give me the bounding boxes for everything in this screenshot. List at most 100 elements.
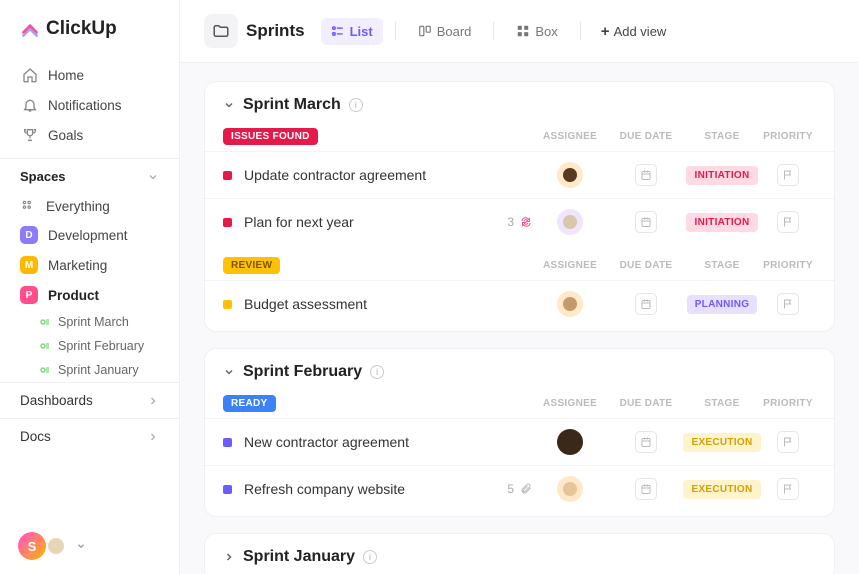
info-icon[interactable]: i bbox=[370, 365, 384, 379]
sprint-header[interactable]: Sprint January i bbox=[223, 548, 816, 566]
view-tab-list[interactable]: List bbox=[321, 18, 383, 45]
logo[interactable]: ClickUp bbox=[0, 18, 179, 60]
duedate-cell[interactable] bbox=[608, 211, 684, 233]
flag-icon bbox=[777, 211, 799, 233]
task-row[interactable]: Update contractor agreement INITIATION bbox=[205, 151, 834, 198]
chevron-right-icon bbox=[147, 395, 159, 407]
task-row[interactable]: New contractor agreement EXECUTION bbox=[205, 418, 834, 465]
task-status-square bbox=[223, 485, 232, 494]
stage-cell[interactable]: EXECUTION bbox=[684, 433, 760, 452]
nav-label: Goals bbox=[48, 128, 83, 143]
duedate-cell[interactable] bbox=[608, 164, 684, 186]
status-row: REVIEW ASSIGNEE DUE DATE STAGE PRIORITY bbox=[205, 245, 834, 280]
flag-icon bbox=[777, 478, 799, 500]
sidebar-sub-sprint-march[interactable]: Sprint March bbox=[0, 310, 179, 334]
list-icon bbox=[40, 317, 50, 327]
nav-goals[interactable]: Goals bbox=[10, 120, 169, 150]
info-icon[interactable]: i bbox=[363, 550, 377, 564]
assignee-cell[interactable] bbox=[532, 429, 608, 455]
priority-cell[interactable] bbox=[760, 431, 816, 453]
sidebar-item-product[interactable]: P Product bbox=[0, 280, 179, 310]
task-status-square bbox=[223, 171, 232, 180]
flag-icon bbox=[777, 431, 799, 453]
nav-label: Notifications bbox=[48, 98, 122, 113]
sidebar-item-everything[interactable]: Everything bbox=[0, 192, 179, 220]
stage-cell[interactable]: INITIATION bbox=[684, 166, 760, 185]
priority-cell[interactable] bbox=[760, 164, 816, 186]
chevron-down-icon bbox=[223, 99, 235, 111]
dashboards-section[interactable]: Dashboards bbox=[0, 382, 179, 418]
stage-cell[interactable]: INITIATION bbox=[684, 213, 760, 232]
task-name: Update contractor agreement bbox=[244, 167, 532, 183]
flag-icon bbox=[777, 164, 799, 186]
nav-home[interactable]: Home bbox=[10, 60, 169, 90]
sidebar-sub-sprint-february[interactable]: Sprint February bbox=[0, 334, 179, 358]
divider bbox=[395, 22, 396, 40]
task-name: Plan for next year bbox=[244, 214, 499, 230]
chevron-down-icon bbox=[76, 541, 86, 551]
folder-button[interactable] bbox=[204, 14, 238, 48]
sprint-title: Sprint February bbox=[243, 363, 362, 381]
sidebar-item-label: Marketing bbox=[48, 258, 107, 273]
task-row[interactable]: Budget assessment PLANNING bbox=[205, 280, 834, 327]
user-footer[interactable]: S bbox=[0, 518, 179, 574]
col-assignee: ASSIGNEE bbox=[532, 131, 608, 142]
priority-cell[interactable] bbox=[760, 478, 816, 500]
assignee-cell[interactable] bbox=[532, 162, 608, 188]
list-view-icon bbox=[331, 24, 345, 38]
chevron-right-icon bbox=[223, 551, 235, 563]
sprint-card-january: Sprint January i bbox=[204, 533, 835, 574]
stage-cell[interactable]: PLANNING bbox=[684, 295, 760, 314]
sidebar-sub-sprint-january[interactable]: Sprint January bbox=[0, 358, 179, 382]
spaces-header[interactable]: Spaces bbox=[0, 158, 179, 192]
task-row[interactable]: Refresh company website 5 EXECUTION bbox=[205, 465, 834, 512]
status-row: READY ASSIGNEE DUE DATE STAGE PRIORITY bbox=[205, 391, 834, 418]
add-view-label: Add view bbox=[614, 24, 667, 39]
calendar-icon bbox=[635, 293, 657, 315]
status-pill[interactable]: READY bbox=[223, 395, 276, 412]
logo-icon bbox=[20, 19, 40, 39]
task-meta: 5 bbox=[507, 482, 532, 496]
stage-cell[interactable]: EXECUTION bbox=[684, 480, 760, 499]
task-meta: 3 bbox=[507, 215, 532, 229]
sidebar-item-development[interactable]: D Development bbox=[0, 220, 179, 250]
assignee-cell[interactable] bbox=[532, 476, 608, 502]
sidebar-sub-label: Sprint March bbox=[58, 315, 129, 329]
task-row[interactable]: Plan for next year 3 INITIATION bbox=[205, 198, 834, 245]
status-pill[interactable]: ISSUES FOUND bbox=[223, 128, 318, 145]
calendar-icon bbox=[635, 478, 657, 500]
nav-notifications[interactable]: Notifications bbox=[10, 90, 169, 120]
add-view-button[interactable]: + Add view bbox=[593, 17, 675, 46]
sprint-header[interactable]: Sprint February i bbox=[205, 363, 834, 391]
col-assignee: ASSIGNEE bbox=[532, 260, 608, 271]
status-pill[interactable]: REVIEW bbox=[223, 257, 280, 274]
priority-cell[interactable] bbox=[760, 211, 816, 233]
col-assignee: ASSIGNEE bbox=[532, 398, 608, 409]
sidebar: ClickUp Home Notifications Goals Spaces … bbox=[0, 0, 180, 574]
sprint-header[interactable]: Sprint March i bbox=[205, 96, 834, 124]
space-badge: P bbox=[20, 286, 38, 304]
priority-cell[interactable] bbox=[760, 293, 816, 315]
nav-label: Home bbox=[48, 68, 84, 83]
assignee-cell[interactable] bbox=[532, 209, 608, 235]
view-tab-box[interactable]: Box bbox=[506, 18, 567, 45]
topbar: Sprints List Board Box + Add view bbox=[180, 0, 859, 63]
assignee-cell[interactable] bbox=[532, 291, 608, 317]
docs-section[interactable]: Docs bbox=[0, 418, 179, 454]
home-icon bbox=[22, 67, 38, 83]
recurring-icon bbox=[520, 216, 532, 228]
task-status-square bbox=[223, 300, 232, 309]
col-priority: PRIORITY bbox=[760, 260, 816, 271]
view-tab-board[interactable]: Board bbox=[408, 18, 482, 45]
sprint-title: Sprint January bbox=[243, 548, 355, 566]
task-name: Budget assessment bbox=[244, 296, 532, 312]
col-duedate: DUE DATE bbox=[608, 131, 684, 142]
duedate-cell[interactable] bbox=[608, 478, 684, 500]
sidebar-item-marketing[interactable]: M Marketing bbox=[0, 250, 179, 280]
duedate-cell[interactable] bbox=[608, 431, 684, 453]
task-name: Refresh company website bbox=[244, 481, 499, 497]
divider bbox=[493, 22, 494, 40]
info-icon[interactable]: i bbox=[349, 98, 363, 112]
box-view-icon bbox=[516, 24, 530, 38]
duedate-cell[interactable] bbox=[608, 293, 684, 315]
